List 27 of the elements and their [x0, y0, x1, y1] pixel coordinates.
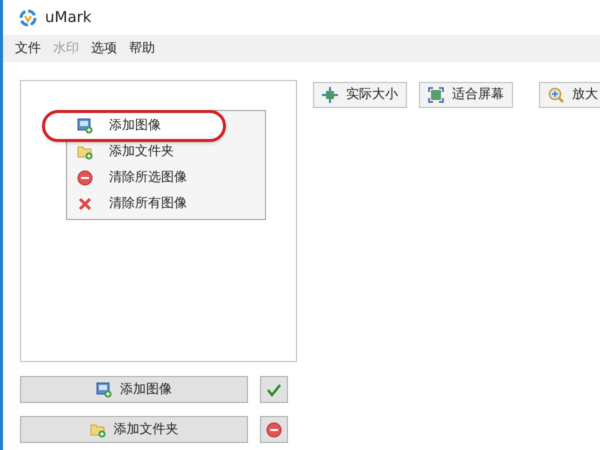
menu-item[interactable]: 选项 [91, 38, 117, 58]
context-menu-item[interactable]: 添加图像 [45, 113, 223, 139]
remove-icon [77, 170, 93, 186]
toolbar-button[interactable]: 放大 [539, 82, 600, 108]
folder-add-icon [90, 422, 106, 438]
picture-arrows-icon [322, 87, 338, 103]
add-button[interactable]: 添加图像 [20, 376, 248, 403]
context-menu-item[interactable]: 添加文件夹 [67, 139, 265, 165]
check-icon [266, 382, 282, 398]
context-menu-item[interactable]: 清除所有图像 [67, 191, 265, 217]
picture-add-icon [96, 382, 112, 398]
app-logo-icon [19, 8, 37, 26]
zoom-in-icon [548, 87, 564, 103]
side-button[interactable] [260, 376, 288, 403]
menu-item[interactable]: 帮助 [129, 38, 155, 58]
toolbar-button[interactable]: 实际大小 [313, 82, 407, 108]
picture-add-icon [77, 118, 93, 134]
folder-add-icon [77, 144, 93, 160]
toolbar-button[interactable]: 适合屏幕 [419, 82, 513, 108]
add-button[interactable]: 添加文件夹 [20, 416, 248, 443]
context-menu-item[interactable]: 清除所选图像 [67, 165, 265, 191]
side-button[interactable] [260, 416, 288, 443]
menu-item[interactable]: 文件 [15, 38, 41, 58]
remove-icon [266, 422, 282, 438]
window-title: uMark [45, 7, 92, 28]
close-icon [77, 196, 93, 212]
fit-screen-icon [428, 87, 444, 103]
